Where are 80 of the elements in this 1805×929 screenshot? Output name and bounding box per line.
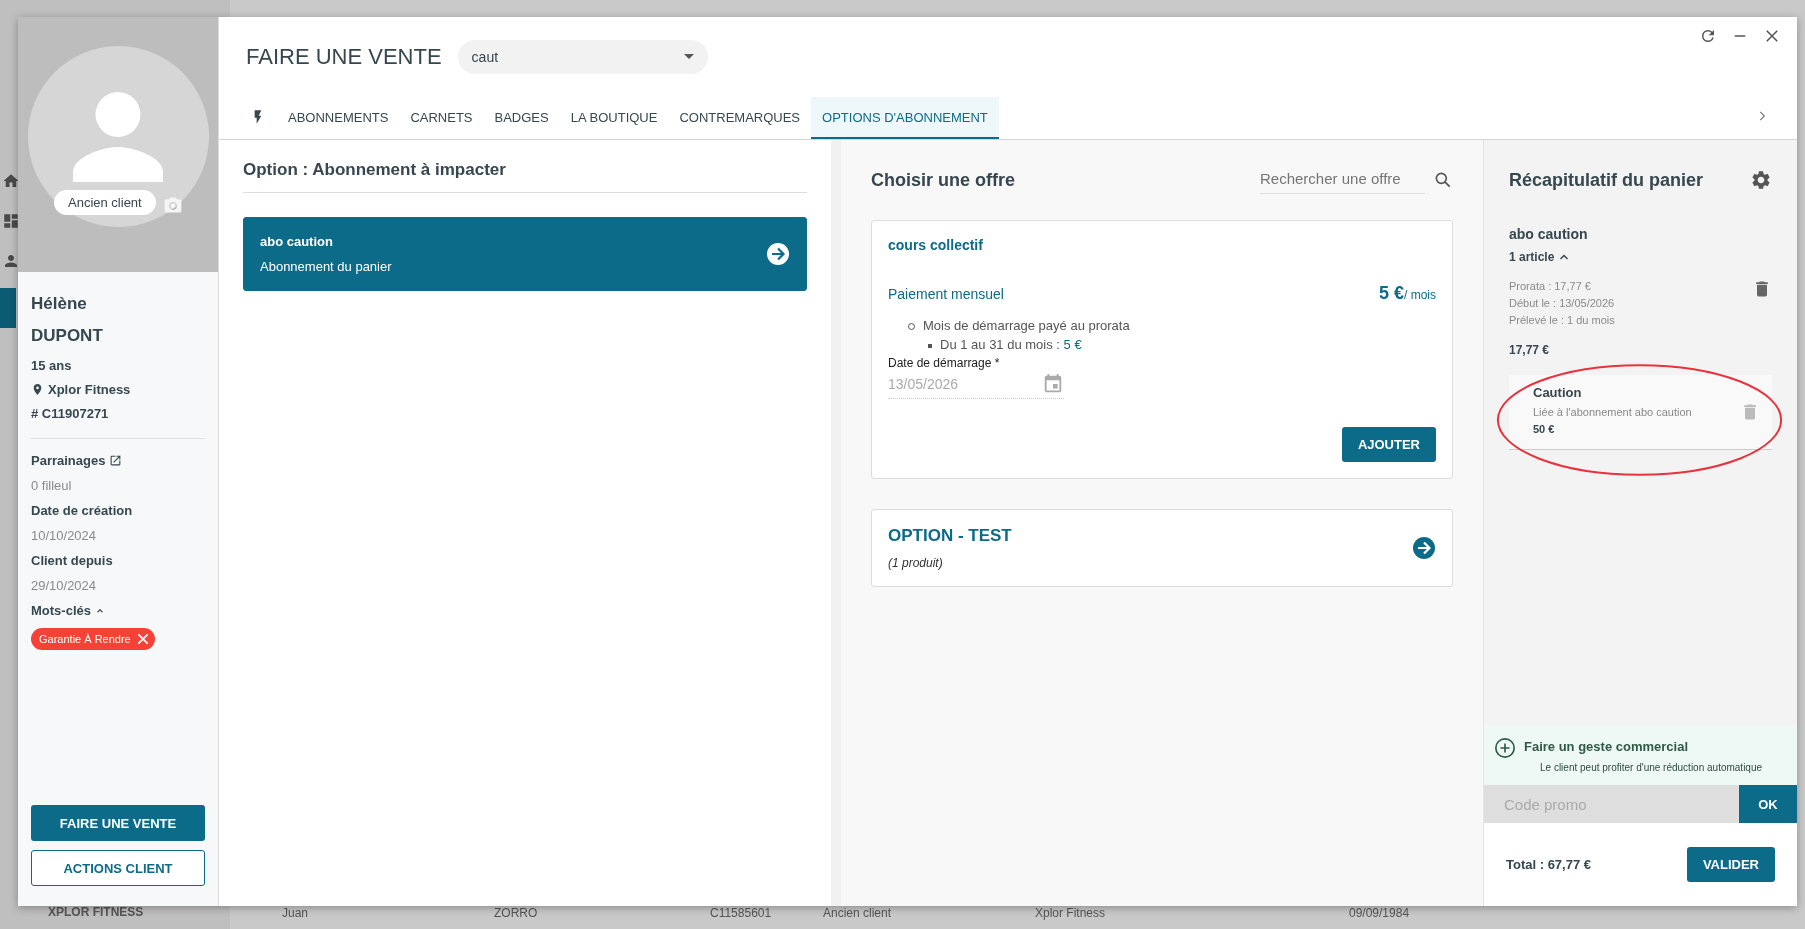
tab[interactable]: ABONNEMENTS [277,97,400,139]
new-sale-button[interactable]: FAIRE UNE VENTE [31,805,205,841]
product-count: (1 produit) [888,556,944,570]
table-cell-text: Ancien client [823,906,893,920]
cart-item-name: abo caution [1509,226,1589,242]
grid-icon [2,212,20,230]
discount-panel[interactable]: Faire un geste commercial Le client peut profiter d'une réduction automatique [1484,725,1797,785]
close-icon[interactable] [1763,27,1781,45]
camera-icon [163,195,183,215]
ok-button[interactable]: OK [1739,785,1797,823]
field-label: Date de démarrage * [888,356,1001,370]
calendar-icon [1042,373,1064,395]
section-title: Choisir une offre [871,169,1015,191]
table-cell-text: Xplor Fitness [1035,906,1107,920]
status-badge: Ancien client [54,190,156,215]
item-name: Caution [1533,385,1583,400]
client-location: Xplor Fitness [48,382,131,397]
offer-price: 5 €/ mois [1378,283,1436,304]
card-title: abo caution [260,234,334,249]
search-field[interactable]: Rechercher une offre [1260,166,1425,194]
bullet-icon [928,343,932,348]
add-button[interactable]: AJOUTER [1341,427,1436,462]
card-subtitle: Abonnement du panier [260,259,392,274]
settings-icon [1750,169,1772,191]
sidebar-highlight [0,288,16,328]
item-description: Liée à l'abonnement abo caution [1533,406,1692,418]
dropdown-caret-icon [683,54,694,60]
cart-title: Récapitulatif du panier [1509,169,1704,191]
field-label: Client depuis [31,553,113,568]
offer-name: cours collectif [888,237,984,253]
field-label: Parrainages [31,453,106,468]
item-price: 17,77 € [1509,343,1551,357]
discount-subtitle: Le client peut profiter d'une réduction automatique [1540,762,1763,773]
note-text: Mois de démarrage payé au prorata [923,318,1130,333]
external-link-icon [109,454,123,467]
tab[interactable]: BADGES [483,97,560,139]
last-name: DUPONT [31,326,104,346]
client-number: # C11907271 [31,406,110,421]
search-dropdown[interactable]: caut [457,40,708,74]
payment-type: Paiement mensuel [888,286,1004,302]
tab[interactable]: CONTREMARQUES [668,97,812,139]
subscription-card[interactable]: abo caution Abonnement du panier [243,217,807,291]
note-text: Du 1 au 31 du mois : 5 € [940,337,1082,352]
validate-button[interactable]: VALIDER [1686,847,1775,882]
table-cell: 09/09/1984 [1349,906,1410,920]
field-value: 0 filleul [31,478,73,493]
item-price: 50 € [1533,423,1556,435]
detail-line: Prorata : 17,77 € [1509,279,1592,294]
dialog-title: FAIRE UNE VENTE [246,44,442,70]
person-icon [2,252,20,270]
tab[interactable]: LA BOUTIQUE [559,97,669,139]
client-actions-button[interactable]: ACTIONS CLIENT [31,850,205,886]
home-icon [2,172,20,190]
arrow-circle-icon [766,242,790,266]
offer-name: OPTION - TEST [888,526,1012,546]
panel-title: Option : Abonnement à impacter [243,160,807,193]
cart-total: Total : 67,77 € [1506,857,1591,872]
field-value: 10/10/2024 [31,528,98,543]
field-label: Mots-clés [31,603,91,618]
add-circle-icon [1494,737,1516,759]
refresh-icon[interactable] [1699,27,1717,45]
pin-icon [31,383,44,396]
detail-line: Prélevé le : 1 du mois [1509,313,1615,328]
first-name: Hélène [31,294,88,314]
table-cell-text: ZORRO [494,906,539,920]
field-value: 29/10/2024 [31,578,98,593]
brand-name: XPLOR FITNESS [48,905,144,919]
offer-card[interactable]: OPTION - TEST (1 produit) [871,509,1453,587]
search-icon [1433,170,1453,190]
table-cell-text: C11585601 [710,906,773,920]
arrow-circle-icon [1412,536,1436,560]
table-cell-text: Juan [282,906,310,920]
article-count: 1 article [1509,250,1555,264]
detail-line: Début le : 13/05/2026 [1509,296,1615,311]
keyword-tag: Garantie À Rendre [31,628,155,650]
tab[interactable]: CARNETS [399,97,484,139]
field-label: Date de création [31,503,133,518]
tab[interactable]: OPTIONS D'ABONNEMENT [811,97,999,139]
client-age: 15 ans [31,358,73,373]
discount-title: Faire un geste commercial [1524,739,1689,754]
